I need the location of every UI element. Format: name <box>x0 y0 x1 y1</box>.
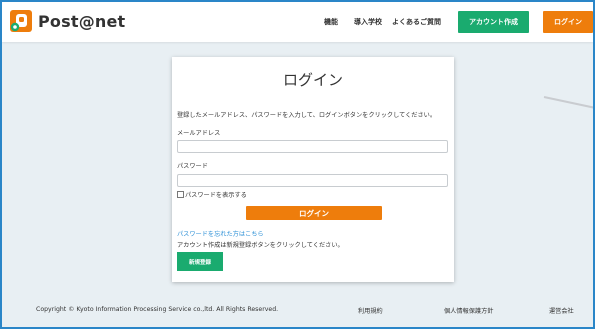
show-password-label: パスワードを表示する <box>185 192 247 199</box>
site-logo[interactable]: Post@net <box>10 10 125 32</box>
show-password-toggle[interactable]: パスワードを表示する <box>177 190 247 199</box>
logo-text: Post@net <box>38 11 126 31</box>
nav-item-faq[interactable]: よくあるご質問 <box>392 17 441 27</box>
email-field[interactable] <box>177 140 448 153</box>
post-logo-icon <box>10 10 32 32</box>
footer-link-company[interactable]: 運営会社 <box>549 306 574 315</box>
footer-link-privacy[interactable]: 個人情報保護方針 <box>444 306 494 315</box>
email-label: メールアドレス <box>177 130 221 137</box>
copyright-text: Copyright © Kyoto Information Processing… <box>36 306 279 313</box>
forgot-password-link[interactable]: パスワードを忘れた方はこちら <box>177 229 264 238</box>
footer-link-terms[interactable]: 利用規約 <box>358 306 383 315</box>
page-title: ログイン <box>282 71 343 89</box>
password-field[interactable] <box>177 174 448 187</box>
nav-item-schools[interactable]: 導入学校 <box>354 17 382 27</box>
register-note: アカウント作成は新規登録ボタンをクリックしてください。 <box>177 242 344 249</box>
browser-frame: Post@net 機能 導入学校 よくあるご質問 アカウント作成 ログイン ログ… <box>2 2 593 327</box>
header-login-button[interactable]: ログイン <box>543 11 593 33</box>
show-password-checkbox[interactable] <box>177 191 184 198</box>
create-account-button[interactable]: アカウント作成 <box>458 11 529 33</box>
site-header: Post@net 機能 導入学校 よくあるご質問 アカウント作成 ログイン <box>2 2 593 42</box>
password-label: パスワード <box>177 163 208 170</box>
login-instructions: 登録したメールアドレス、パスワードを入力して、ログインボタンをクリックしてくださ… <box>177 112 437 119</box>
login-card: ログイン 登録したメールアドレス、パスワードを入力して、ログインボタンをクリック… <box>172 57 454 282</box>
nav-item-features[interactable]: 機能 <box>324 17 338 27</box>
login-button[interactable]: ログイン <box>246 206 382 220</box>
decorative-line <box>543 96 593 111</box>
register-button[interactable]: 新規登録 <box>177 252 223 271</box>
